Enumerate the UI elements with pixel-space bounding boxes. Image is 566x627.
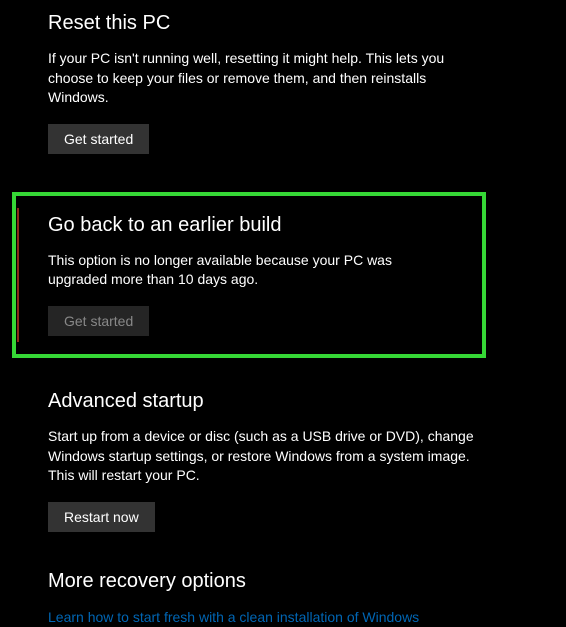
go-back-description: This option is no longer available becau…	[48, 251, 450, 290]
fresh-start-link[interactable]: Learn how to start fresh with a clean in…	[48, 609, 419, 625]
highlight-box: Go back to an earlier build This option …	[12, 192, 486, 358]
more-recovery-title: More recovery options	[48, 570, 566, 593]
more-recovery-section: More recovery options Learn how to start…	[48, 570, 566, 627]
restart-now-button[interactable]: Restart now	[48, 502, 155, 532]
go-back-section: Go back to an earlier build This option …	[48, 214, 450, 336]
go-back-get-started-button: Get started	[48, 306, 149, 336]
reset-pc-title: Reset this PC	[48, 12, 566, 35]
recovery-settings-panel: Reset this PC If your PC isn't running w…	[0, 0, 566, 627]
advanced-startup-title: Advanced startup	[48, 390, 566, 413]
advanced-startup-section: Advanced startup Start up from a device …	[48, 390, 566, 532]
reset-pc-section: Reset this PC If your PC isn't running w…	[48, 12, 566, 154]
advanced-startup-description: Start up from a device or disc (such as …	[48, 427, 478, 486]
reset-get-started-button[interactable]: Get started	[48, 124, 149, 154]
go-back-title: Go back to an earlier build	[48, 214, 450, 237]
reset-pc-description: If your PC isn't running well, resetting…	[48, 49, 478, 108]
